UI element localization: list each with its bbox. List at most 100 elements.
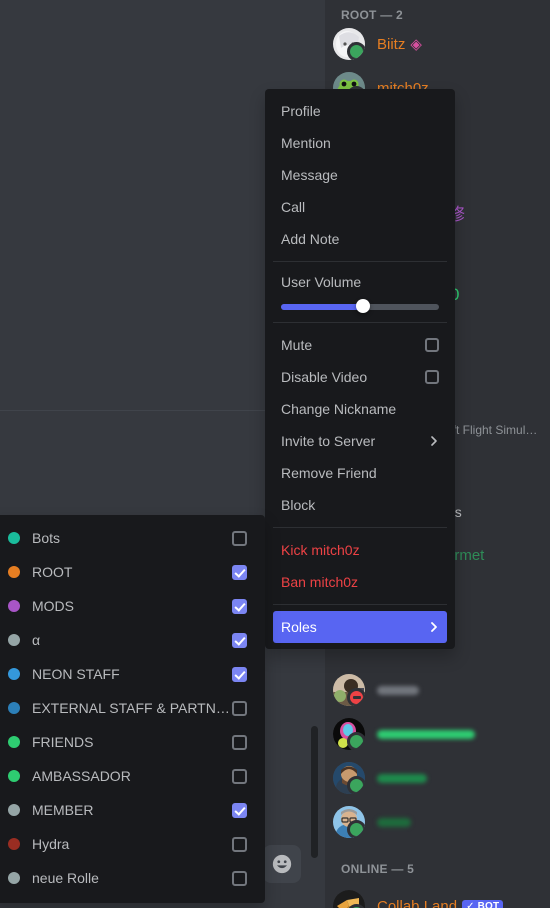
- avatar[interactable]: [333, 890, 365, 908]
- context-item-add-note[interactable]: Add Note: [273, 223, 447, 255]
- role-name-label: Hydra: [32, 836, 70, 852]
- context-separator: [273, 261, 447, 262]
- context-separator: [273, 604, 447, 605]
- user-volume-label: User Volume: [281, 274, 362, 290]
- context-item-disable-video[interactable]: Disable Video: [273, 361, 447, 393]
- context-item-kick-user[interactable]: Kick mitch0z: [273, 534, 447, 566]
- role-item[interactable]: neue Rolle: [0, 861, 257, 895]
- role-checkbox[interactable]: [232, 530, 247, 546]
- context-item-change-nickname[interactable]: Change Nickname: [273, 393, 447, 425]
- status-indicator-dnd: [347, 688, 365, 706]
- role-checkbox[interactable]: [232, 870, 247, 886]
- avatar[interactable]: [333, 674, 365, 706]
- context-item-block[interactable]: Block: [273, 489, 447, 521]
- role-name-label: AMBASSADOR: [32, 768, 131, 784]
- role-name-label: FRIENDS: [32, 734, 94, 750]
- role-checkbox[interactable]: [232, 700, 247, 716]
- context-item-label: Block: [281, 497, 316, 513]
- role-checkbox[interactable]: [232, 598, 247, 614]
- member-list-item[interactable]: [333, 668, 548, 712]
- status-indicator-online: [347, 732, 365, 750]
- role-color-dot: [8, 838, 20, 850]
- member-name: Collab.Land ✓ BOT: [377, 898, 504, 908]
- context-separator: [273, 322, 447, 323]
- role-name-label: ROOT: [32, 564, 73, 580]
- context-item-roles[interactable]: Roles: [273, 611, 447, 643]
- user-context-menu[interactable]: Profile Mention Message Call Add Note Us…: [265, 89, 455, 649]
- status-indicator-online: [347, 820, 365, 838]
- context-item-ban-user[interactable]: Ban mitch0z: [273, 566, 447, 598]
- context-item-label: Disable Video: [281, 369, 368, 385]
- avatar[interactable]: [333, 762, 365, 794]
- context-item-mute[interactable]: Mute: [273, 329, 447, 361]
- chevron-right-icon: [431, 436, 437, 446]
- role-name-label: α: [32, 632, 41, 648]
- mute-checkbox[interactable]: [425, 338, 439, 352]
- role-item[interactable]: MODS: [0, 589, 257, 623]
- volume-knob[interactable]: [356, 299, 371, 313]
- role-checkbox[interactable]: [232, 836, 247, 852]
- role-name-label: Bots: [32, 530, 61, 546]
- status-indicator-online: [347, 42, 365, 60]
- role-color-dot: [8, 736, 20, 748]
- roles-submenu[interactable]: Bots ROOT MODS α NEON STAFF EXTERNAL STAFF & …: [0, 515, 265, 903]
- role-color-dot: [8, 872, 20, 884]
- context-item-label: Roles: [281, 619, 317, 635]
- avatar[interactable]: [333, 28, 365, 60]
- role-checkbox[interactable]: [232, 802, 247, 818]
- chevron-right-icon: [431, 622, 437, 632]
- role-color-dot: [8, 634, 20, 646]
- context-item-profile[interactable]: Profile: [273, 95, 447, 127]
- context-item-mention[interactable]: Mention: [273, 127, 447, 159]
- context-item-label: Change Nickname: [281, 401, 397, 417]
- member-list-scrollbar[interactable]: [311, 726, 318, 858]
- role-color-dot: [8, 600, 20, 612]
- role-item[interactable]: AMBASSADOR: [0, 759, 257, 793]
- role-checkbox[interactable]: [232, 666, 247, 682]
- role-checkbox[interactable]: [232, 768, 247, 784]
- context-item-label: Call: [281, 199, 306, 215]
- bot-badge: ✓ BOT: [462, 899, 504, 908]
- role-item[interactable]: EXTERNAL STAFF & PARTNERS: [0, 691, 257, 725]
- discord-window: ROOT — 2 ONLINE — 5 Biitz ◈ mitch0z Collab.L…: [0, 0, 550, 908]
- member-list-item[interactable]: Biitz ◈: [333, 22, 548, 66]
- role-name-label: neue Rolle: [32, 870, 99, 886]
- role-item[interactable]: NEON STAFF: [0, 657, 257, 691]
- member-list-item[interactable]: [333, 756, 548, 800]
- avatar[interactable]: [333, 718, 365, 750]
- emoji-smiley-icon: [272, 854, 292, 874]
- context-item-label: Ban mitch0z: [281, 574, 359, 590]
- context-item-invite-to-server[interactable]: Invite to Server: [273, 425, 447, 457]
- context-item-remove-friend[interactable]: Remove Friend: [273, 457, 447, 489]
- role-checkbox[interactable]: [232, 734, 247, 750]
- emoji-picker-button[interactable]: [263, 845, 301, 883]
- context-item-label: Mention: [281, 135, 331, 151]
- role-item[interactable]: Bots: [0, 521, 257, 555]
- member-name-redacted: [377, 817, 411, 827]
- member-list-item[interactable]: Collab.Land ✓ BOT: [333, 884, 548, 908]
- role-checkbox[interactable]: [232, 564, 247, 580]
- role-item[interactable]: MEMBER: [0, 793, 257, 827]
- role-item[interactable]: ROOT: [0, 555, 257, 589]
- role-color-dot: [8, 702, 20, 714]
- role-item[interactable]: FRIENDS: [0, 725, 257, 759]
- member-list-item[interactable]: [333, 712, 548, 756]
- role-checkbox[interactable]: [232, 632, 247, 648]
- user-volume-slider[interactable]: [281, 299, 439, 314]
- status-indicator-online: [347, 776, 365, 794]
- context-item-call[interactable]: Call: [273, 191, 447, 223]
- role-name-label: EXTERNAL STAFF & PARTNERS: [32, 700, 232, 716]
- role-item[interactable]: Hydra: [0, 827, 257, 861]
- member-name: Biitz ◈: [377, 36, 422, 53]
- context-separator: [273, 527, 447, 528]
- member-group-title: ROOT — 2: [341, 8, 403, 22]
- context-item-message[interactable]: Message: [273, 159, 447, 191]
- volume-fill: [281, 304, 364, 310]
- disable-video-checkbox[interactable]: [425, 370, 439, 384]
- role-name-label: MEMBER: [32, 802, 94, 818]
- member-list-item[interactable]: [333, 800, 548, 844]
- context-item-label: Message: [281, 167, 338, 183]
- avatar[interactable]: [333, 806, 365, 838]
- member-badge-icon: ◈: [410, 36, 422, 53]
- role-item[interactable]: α: [0, 623, 257, 657]
